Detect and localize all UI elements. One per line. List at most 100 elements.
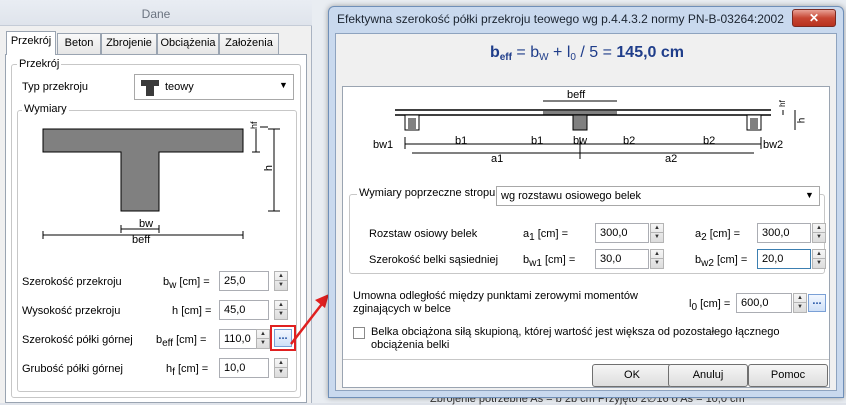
cross-dims-select[interactable]: wg rozstawu osiowego belek ▼ [496, 186, 820, 206]
field-label-flange-thickness: Grubość półki górnej [22, 363, 123, 375]
hf-label: hf [249, 121, 259, 129]
diagram-bw1: bw1 [373, 139, 394, 151]
dialog-inner-panel: beff hf h bw1 b1 b1 bw b2 b2 bw2 a1 a2 W… [342, 86, 830, 388]
flange-thickness-input[interactable]: 10,0 [219, 358, 269, 378]
up-arrow-icon[interactable]: ▲ [651, 250, 663, 259]
up-arrow-icon[interactable]: ▲ [813, 250, 825, 259]
l0-stepper[interactable]: ▲ ▼ [793, 293, 807, 313]
bw2-stepper[interactable]: ▲ ▼ [812, 249, 826, 269]
height-input[interactable]: 45,0 [219, 300, 269, 320]
group-przekroj-title: Przekrój [17, 58, 62, 70]
down-arrow-icon[interactable]: ▼ [813, 259, 825, 268]
section-type-value: teowy [165, 81, 194, 93]
field-label-width: Szerokość przekroju [22, 276, 122, 288]
flange-thickness-stepper[interactable]: ▲ ▼ [274, 358, 288, 378]
diagram-hf: hf [777, 100, 787, 107]
field-sym-width: bw [cm] = [163, 276, 210, 291]
chevron-down-icon: ▼ [279, 80, 288, 90]
diagram-b1-b: b1 [531, 135, 544, 147]
field-sym-height: h [cm] = [172, 305, 211, 320]
down-arrow-icon[interactable]: ▼ [275, 281, 287, 290]
flange-width-stepper[interactable]: ▲ ▼ [256, 329, 270, 349]
tab-zbrojenie[interactable]: Zbrojenie [101, 33, 157, 54]
tab-pane-przekroj: Przekrój Typ przekroju teowy ▼ Wymiary h… [5, 54, 307, 403]
group-cross-dims-title: Wymiary poprzeczne stropu [357, 187, 498, 199]
dialog-title: Efektywna szerokość półki przekroju teow… [337, 12, 784, 26]
sub: f [172, 367, 175, 378]
diagram-bw: bw [573, 135, 588, 147]
row-spacing-a2: a2 [cm] = [695, 228, 740, 243]
up-arrow-icon[interactable]: ▲ [794, 294, 806, 303]
l0-input[interactable]: 600,0 [736, 293, 792, 313]
section-type-select[interactable]: teowy ▼ [134, 74, 294, 100]
bw1-input[interactable]: 30,0 [595, 249, 649, 269]
tab-beton[interactable]: Beton [57, 33, 101, 54]
tee-section-diagram [42, 126, 280, 239]
h-label: h [263, 164, 276, 172]
l0-sym: l0 [cm] = [689, 298, 730, 313]
formula: beff = bW + l0 / 5 = 145,0 cm [336, 44, 838, 63]
l0-label-line2: zginających w belce [353, 303, 451, 315]
unit: [cm] = [537, 228, 569, 240]
down-arrow-icon[interactable]: ▼ [813, 233, 825, 242]
down-arrow-icon[interactable]: ▼ [651, 233, 663, 242]
up-arrow-icon[interactable]: ▲ [651, 224, 663, 233]
unit: [cm] = [176, 334, 207, 346]
field-label-flange-width: Szerokość półki górnej [22, 334, 133, 346]
chevron-down-icon: ▼ [805, 190, 814, 200]
diagram-a2: a2 [665, 153, 678, 165]
diagram-b2-a: b2 [623, 135, 636, 147]
checkbox-label-line2: obciążenia belki [371, 339, 450, 351]
up-arrow-icon[interactable]: ▲ [257, 330, 269, 339]
l0-dialog-button[interactable]: ... [808, 294, 826, 312]
width-stepper[interactable]: ▲ ▼ [274, 271, 288, 291]
a1-stepper[interactable]: ▲ ▼ [650, 223, 664, 243]
section-type-label: Typ przekroju [22, 81, 89, 93]
unit: [cm] = [544, 254, 576, 266]
down-arrow-icon[interactable]: ▼ [794, 303, 806, 312]
formula-lhs: b [489, 44, 500, 61]
close-button[interactable]: ✕ [792, 9, 836, 27]
ok-button[interactable]: OK [592, 364, 672, 387]
row-neighbor-bw2: bw2 [cm] = [695, 254, 747, 269]
width-input[interactable]: 25,0 [219, 271, 269, 291]
cancel-button[interactable]: Anuluj [668, 364, 748, 387]
row-neighbor-label: Szerokość belki sąsiedniej [369, 254, 499, 266]
cross-dims-value: wg rozstawu osiowego belek [501, 190, 642, 202]
row-neighbor-bw1: bw1 [cm] = [523, 254, 575, 269]
unit: [cm] = [179, 276, 210, 288]
bw1-stepper[interactable]: ▲ ▼ [650, 249, 664, 269]
dialog-client: beff = bW + l0 / 5 = 145,0 cm beff hf h … [335, 33, 837, 391]
row-spacing-label: Rozstaw osiowy belek [369, 228, 478, 240]
diagram-bw2: bw2 [763, 139, 784, 151]
diagram-b2-b: b2 [703, 135, 716, 147]
a1-input[interactable]: 300,0 [595, 223, 649, 243]
divider [343, 359, 829, 360]
unit: [cm] = [700, 298, 731, 310]
up-arrow-icon[interactable]: ▲ [813, 224, 825, 233]
up-arrow-icon[interactable]: ▲ [275, 359, 287, 368]
down-arrow-icon[interactable]: ▼ [651, 259, 663, 268]
help-button[interactable]: Pomoc [748, 364, 828, 387]
tab-zalozenia[interactable]: Założenia [219, 33, 279, 54]
bw2-input[interactable]: 20,0 [757, 249, 811, 269]
formula-lhs-sub: eff [499, 52, 512, 63]
effective-width-dialog: Efektywna szerokość półki przekroju teow… [328, 6, 844, 398]
sub: 1 [529, 232, 535, 243]
unit: [cm] = [177, 363, 209, 375]
a2-stepper[interactable]: ▲ ▼ [812, 223, 826, 243]
data-panel: Dane Przekrój Beton Zbrojenie Obciążenia… [0, 0, 312, 403]
formula-rest: / 5 = [575, 44, 617, 61]
concentrated-load-checkbox[interactable] [353, 327, 365, 339]
unit: [cm] = [181, 305, 212, 317]
group-wymiary-title: Wymiary [22, 103, 69, 115]
up-arrow-icon[interactable]: ▲ [275, 272, 287, 281]
down-arrow-icon[interactable]: ▼ [257, 339, 269, 348]
checkbox-label-line1: Belka obciążona siłą skupioną, której wa… [371, 326, 780, 338]
unit: [cm] = [716, 254, 748, 266]
down-arrow-icon[interactable]: ▼ [275, 368, 287, 377]
tab-przekroj[interactable]: Przekrój [6, 31, 56, 55]
a2-input[interactable]: 300,0 [757, 223, 811, 243]
tab-obciazenia[interactable]: Obciążenia [157, 33, 219, 54]
tee-section-icon [141, 80, 159, 96]
